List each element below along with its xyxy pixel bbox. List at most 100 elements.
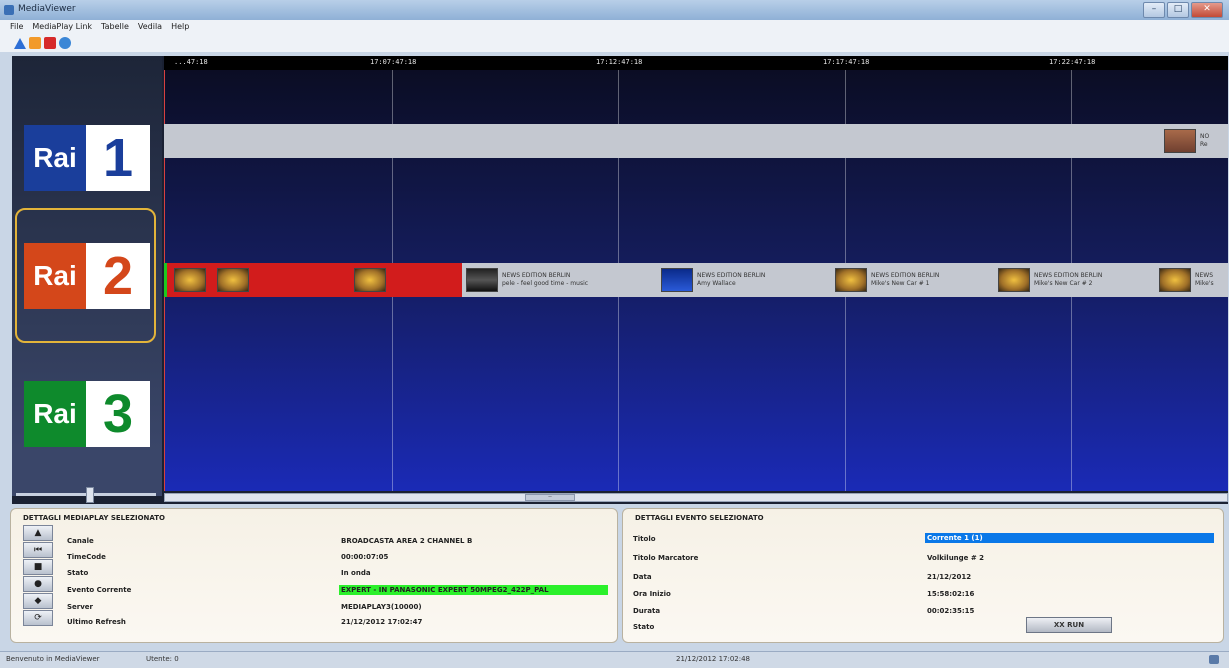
- stop-button[interactable]: ■: [23, 559, 53, 575]
- event-details-panel: DETTAGLI EVENTO SELEZIONATO Titolo Titol…: [622, 508, 1224, 643]
- event-thumbnail: [835, 268, 867, 292]
- label-server: Server: [67, 603, 94, 611]
- current-event-button[interactable]: ●: [23, 576, 53, 592]
- rai3-number: 3: [86, 381, 150, 447]
- app-icon: [4, 5, 14, 15]
- orange-icon[interactable]: [29, 37, 41, 49]
- panel-title: DETTAGLI EVENTO SELEZIONATO: [635, 514, 764, 522]
- rai1-name: Rai: [24, 125, 86, 191]
- minimize-button[interactable]: –: [1143, 2, 1165, 18]
- label-data: Data: [633, 573, 652, 581]
- rai2-name: Rai: [24, 243, 86, 309]
- status-datetime: 21/12/2012 17:02:48: [676, 655, 751, 663]
- event-thumbnail: [217, 268, 249, 292]
- onair-marker: [164, 263, 167, 297]
- rai2-number: 2: [86, 243, 150, 309]
- event-item[interactable]: [174, 263, 206, 297]
- label-ora-inizio: Ora Inizio: [633, 590, 671, 598]
- event-item[interactable]: NEWS EDITION BERLIN pele - feel good tim…: [466, 263, 588, 297]
- value-titolo: Corrente 1 (1): [925, 533, 1214, 543]
- ruler-tick: 17:17:47:18: [823, 58, 870, 66]
- title-bar: MediaViewer – □ ✕: [0, 0, 1229, 20]
- status-icon: [1209, 655, 1219, 664]
- event-title: NEWS EDITION BERLIN: [1034, 272, 1103, 279]
- panel-title: DETTAGLI MEDIAPLAY SELEZIONATO: [23, 514, 166, 522]
- timecode-button[interactable]: ⏮: [23, 542, 53, 558]
- event-thumbnail: [1159, 268, 1191, 292]
- triangle-icon[interactable]: [14, 37, 26, 49]
- rai1-event[interactable]: NO Re: [1164, 124, 1209, 158]
- channel-rai2[interactable]: Rai 2: [24, 243, 150, 309]
- window-controls: – □ ✕: [1143, 2, 1223, 18]
- event-item[interactable]: NEWS EDITION BERLIN Mike's New Car # 1: [835, 263, 939, 297]
- run-button[interactable]: XX RUN: [1026, 617, 1112, 633]
- event-subtitle: Mike's: [1195, 280, 1214, 287]
- label-titolo: Titolo: [633, 535, 656, 543]
- menu-help[interactable]: Help: [171, 20, 189, 34]
- label-ultimo-refresh: Ultimo Refresh: [67, 618, 126, 626]
- timeline-scrollbar[interactable]: ··: [164, 493, 1228, 502]
- label-stato: Stato: [633, 623, 655, 631]
- status-welcome: Benvenuto in MediaViewer: [6, 655, 100, 663]
- gear-icon[interactable]: [59, 37, 71, 49]
- rai3-name: Rai: [24, 381, 86, 447]
- scrollbar-thumb[interactable]: ··: [525, 494, 575, 501]
- event-subtitle: pele - feel good time - music: [502, 280, 589, 287]
- ruler-tick: 17:12:47:18: [596, 58, 643, 66]
- channel-rai3[interactable]: Rai 3: [24, 381, 150, 447]
- event-subtitle: Re: [1200, 141, 1208, 148]
- label-canale: Canale: [67, 537, 94, 545]
- time-ruler: ...47:18 17:07:47:18 17:12:47:18 17:17:4…: [164, 56, 1228, 70]
- event-thumbnail: [354, 268, 386, 292]
- maximize-button[interactable]: □: [1167, 2, 1189, 18]
- current-event-segment[interactable]: [164, 263, 462, 297]
- event-thumbnail: [466, 268, 498, 292]
- ruler-tick: 17:22:47:18: [1049, 58, 1096, 66]
- value-titolo-marcatore: Volkilunge # 2: [927, 554, 985, 562]
- channel-list: Rai 1 Rai 2 Rai 3: [12, 56, 162, 503]
- menu-vedila[interactable]: Vedila: [138, 20, 162, 34]
- red-icon[interactable]: [44, 37, 56, 49]
- event-item[interactable]: NEWS EDITION BERLIN Amy Wallace: [661, 263, 765, 297]
- event-item[interactable]: [217, 263, 249, 297]
- menu-mediaplay-link[interactable]: MediaPlay Link: [32, 20, 92, 34]
- toolbar: [0, 34, 1229, 52]
- event-title: NEWS: [1195, 272, 1214, 279]
- ruler-tick: ...47:18: [174, 58, 208, 66]
- event-subtitle: Mike's New Car # 1: [871, 280, 930, 287]
- event-title: NEWS EDITION BERLIN: [697, 272, 766, 279]
- value-ultimo-refresh: 21/12/2012 17:02:47: [341, 618, 423, 626]
- rai1-event-band[interactable]: [164, 124, 1228, 158]
- event-title: NEWS EDITION BERLIN: [871, 272, 940, 279]
- server-button[interactable]: ◆: [23, 593, 53, 609]
- label-evento-corrente: Evento Corrente: [67, 586, 132, 594]
- status-user: Utente: 0: [146, 655, 179, 663]
- rai1-number: 1: [86, 125, 150, 191]
- value-timecode: 00:00:07:05: [341, 553, 389, 561]
- zoom-slider-thumb[interactable]: [86, 487, 94, 503]
- event-title: NO: [1200, 133, 1210, 140]
- event-thumbnail: [1164, 129, 1196, 153]
- close-button[interactable]: ✕: [1191, 2, 1223, 18]
- label-timecode: TimeCode: [67, 553, 106, 561]
- refresh-button[interactable]: ⟳: [23, 610, 53, 626]
- timeline-grid[interactable]: NO Re NEWS EDITION BERLIN pele - feel go…: [164, 70, 1228, 491]
- value-data: 21/12/2012: [927, 573, 972, 581]
- event-item[interactable]: NEWS Mike's: [1159, 263, 1214, 297]
- value-evento-corrente: EXPERT - IN PANASONIC EXPERT 50MPEG2_422…: [339, 585, 608, 595]
- event-thumbnail: [998, 268, 1030, 292]
- value-server: MEDIAPLAY3(10000): [341, 603, 422, 611]
- status-bar: Benvenuto in MediaViewer Utente: 0 21/12…: [0, 651, 1229, 668]
- window-title: MediaViewer: [18, 4, 76, 14]
- event-item[interactable]: NEWS EDITION BERLIN Mike's New Car # 2: [998, 263, 1102, 297]
- menu-tabelle[interactable]: Tabelle: [101, 20, 129, 34]
- label-stato: Stato: [67, 569, 89, 577]
- channel-rai1[interactable]: Rai 1: [24, 125, 150, 191]
- menu-file[interactable]: File: [10, 20, 23, 34]
- value-ora-inizio: 15:58:02:16: [927, 590, 975, 598]
- event-thumbnail: [174, 268, 206, 292]
- event-subtitle: Mike's New Car # 2: [1034, 280, 1093, 287]
- ruler-tick: 17:07:47:18: [370, 58, 417, 66]
- channel-button[interactable]: ▲: [23, 525, 53, 541]
- event-item[interactable]: [354, 263, 386, 297]
